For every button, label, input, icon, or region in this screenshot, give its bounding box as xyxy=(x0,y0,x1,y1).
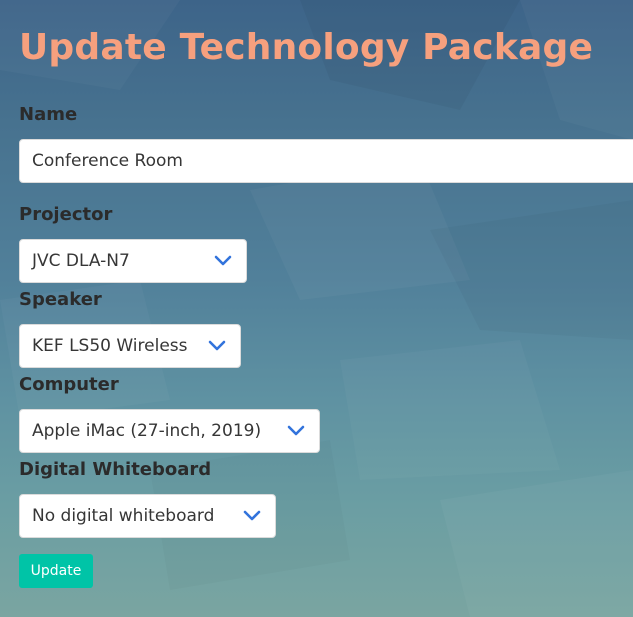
computer-select[interactable]: Apple iMac (27-inch, 2019) xyxy=(19,409,320,453)
computer-label: Computer xyxy=(19,374,119,395)
speaker-select-value: KEF LS50 Wireless xyxy=(32,336,188,356)
chevron-down-icon xyxy=(243,510,261,522)
chevron-down-icon xyxy=(208,340,226,352)
speaker-select[interactable]: KEF LS50 Wireless xyxy=(19,324,241,368)
update-button[interactable]: Update xyxy=(19,554,93,588)
name-label: Name xyxy=(19,104,78,125)
computer-select-value: Apple iMac (27-inch, 2019) xyxy=(32,421,262,441)
projector-select[interactable]: JVC DLA-N7 xyxy=(19,239,247,283)
name-input[interactable] xyxy=(19,139,633,183)
page-title: Update Technology Package xyxy=(19,27,594,68)
projector-label: Projector xyxy=(19,204,113,225)
projector-select-value: JVC DLA-N7 xyxy=(32,251,130,271)
whiteboard-select-value: No digital whiteboard xyxy=(32,506,215,526)
chevron-down-icon xyxy=(214,255,232,267)
whiteboard-label: Digital Whiteboard xyxy=(19,459,212,480)
speaker-label: Speaker xyxy=(19,289,102,310)
whiteboard-select[interactable]: No digital whiteboard xyxy=(19,494,276,538)
chevron-down-icon xyxy=(287,425,305,437)
